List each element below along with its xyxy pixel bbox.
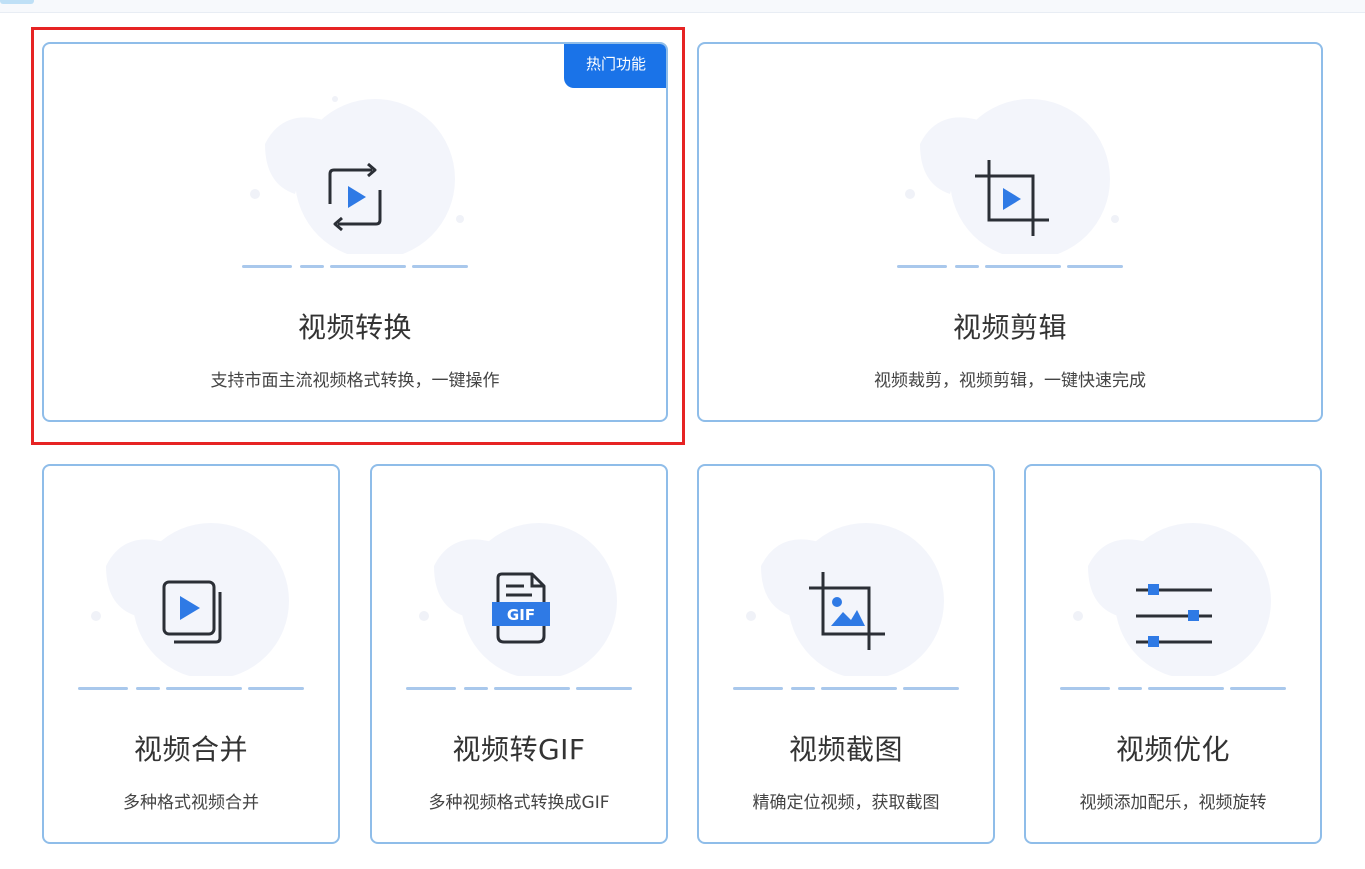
card-underline	[1060, 687, 1286, 690]
video-crop-icon	[965, 152, 1055, 242]
card-title: 视频截图	[788, 733, 903, 766]
card-title: 视频转换	[297, 311, 412, 344]
card-video-screenshot[interactable]: 视频截图 精确定位视频，获取截图	[697, 464, 995, 844]
card-underline	[78, 687, 304, 690]
card-underline	[242, 265, 468, 268]
card-description: 视频裁剪，视频剪辑，一键快速完成	[874, 371, 1146, 391]
card-video-convert[interactable]: 热门功能 视频转换 支持市面主流视频格式转换，一键操作	[42, 42, 668, 422]
card-video-to-gif[interactable]: GIF 视频转GIF 多种视频格式转换成GIF	[370, 464, 668, 844]
video-convert-icon	[310, 152, 400, 242]
card-title: 视频剪辑	[952, 311, 1067, 344]
top-bar	[0, 0, 1365, 13]
card-underline	[733, 687, 959, 690]
top-bar-tab[interactable]	[0, 0, 34, 4]
card-description: 多种视频格式转换成GIF	[428, 793, 610, 813]
gif-icon-label: GIF	[507, 606, 535, 624]
card-description: 视频添加配乐，视频旋转	[1079, 793, 1267, 813]
card-title: 视频转GIF	[452, 733, 586, 766]
card-underline	[406, 687, 632, 690]
card-title: 视频优化	[1115, 733, 1230, 766]
sliders-icon	[1128, 566, 1218, 656]
image-crop-icon	[801, 566, 891, 656]
card-description: 支持市面主流视频格式转换，一键操作	[210, 371, 500, 391]
hot-feature-badge: 热门功能	[564, 44, 666, 88]
video-merge-icon	[146, 566, 236, 656]
card-underline	[897, 265, 1123, 268]
gif-file-icon: GIF	[474, 566, 564, 656]
card-description: 多种格式视频合并	[123, 793, 259, 813]
card-description: 精确定位视频，获取截图	[752, 793, 940, 813]
card-video-edit[interactable]: 视频剪辑 视频裁剪，视频剪辑，一键快速完成	[697, 42, 1323, 422]
card-video-merge[interactable]: 视频合并 多种格式视频合并	[42, 464, 340, 844]
card-video-optimize[interactable]: 视频优化 视频添加配乐，视频旋转	[1024, 464, 1322, 844]
card-title: 视频合并	[133, 733, 248, 766]
